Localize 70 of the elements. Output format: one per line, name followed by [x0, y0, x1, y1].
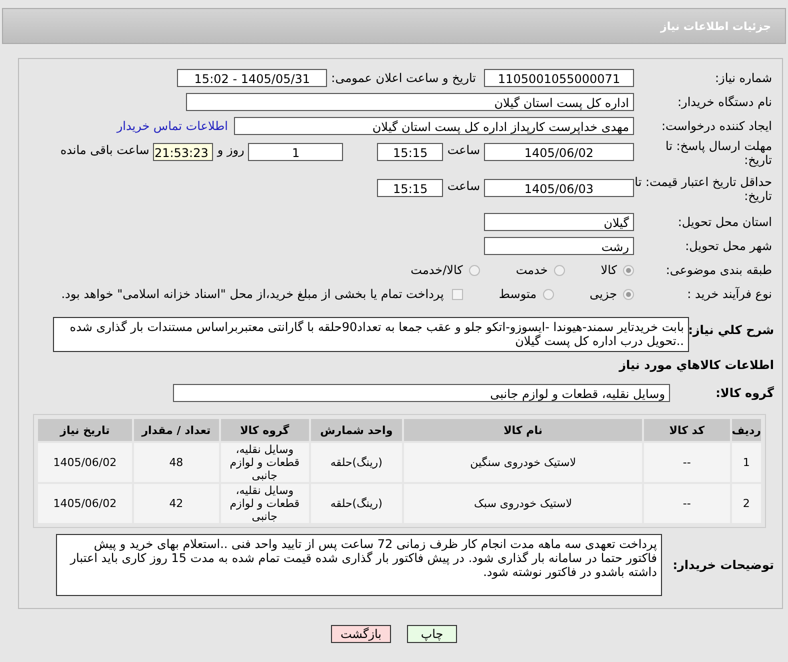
- table-cell: (رینگ)حلقه: [310, 484, 402, 523]
- radio-button[interactable]: [468, 264, 480, 276]
- field-label: تاریخ و ساعت اعلان عمومی:: [330, 71, 477, 85]
- table-cell: 1405/06/02: [38, 484, 132, 523]
- city-field: رشت: [484, 237, 634, 255]
- field-label: طبقه بندی موضوعی:: [664, 263, 773, 277]
- table-cell: وسایل نقلیه، قطعات و لوازم جانبی: [220, 443, 309, 482]
- column-header: تاریخ نیاز: [38, 419, 132, 441]
- field-label: ساعت باقی مانده: [59, 143, 150, 157]
- table-cell: 42: [134, 484, 218, 523]
- contact-link[interactable]: اطلاعات تماس خریدار: [116, 119, 234, 133]
- days-field: 1: [248, 143, 344, 161]
- table-cell: لاستیک خودروی سبک: [404, 484, 642, 523]
- province-field: گیلان: [484, 213, 634, 231]
- radio-button[interactable]: [554, 264, 565, 276]
- field-label: شماره نیاز:: [714, 71, 773, 85]
- field-label: گروه کالا:: [714, 386, 775, 400]
- field-label: روز و: [216, 143, 246, 157]
- validity-date-field: 1405/06/03: [484, 179, 634, 197]
- radio-button[interactable]: [623, 264, 634, 276]
- column-header: نام کالا: [404, 419, 642, 441]
- field-label: شهر محل تحویل:: [684, 239, 773, 253]
- field-label: حداقل تاریخ اعتبار قیمت: تا تاریخ:: [634, 175, 773, 203]
- goods-group-field: وسایل نقلیه، قطعات و لوازم جانبی: [173, 384, 670, 402]
- column-header: تعداد / مقدار: [134, 419, 218, 441]
- field-label: توضیحات خریدار:: [672, 558, 775, 572]
- checkbox-label: پرداخت تمام یا بخشی از مبلغ خرید،از محل "اسناد خزانه اسلامی" خواهد بود.: [61, 287, 444, 301]
- field-label: استان محل تحویل:: [676, 215, 773, 229]
- notes-field: پرداخت تعهدی سه ماهه مدت انجام کار ظرف زمانی 72 ساعت پس از تایید واحد فنی ..استعلام بهای خرید و پیش فاکتور حتما در سامانه بار گذاری شود. در پیش فاکتور بار گذاری شده قیمت تمام شده به مدت 15 روز کاری باید اعتبار داشته باشدو در فاکتور نوشته شود.: [56, 534, 662, 596]
- radio-label: متوسط: [498, 287, 537, 301]
- radio-button[interactable]: [542, 288, 554, 300]
- need-number-field: 1105001055000071: [484, 69, 634, 87]
- column-header: کد کالا: [644, 419, 730, 441]
- radio-button[interactable]: [623, 288, 634, 300]
- table-cell: 1: [732, 443, 761, 482]
- back-button[interactable]: بازگشت: [331, 625, 391, 643]
- creator-field: مهدی خداپرست کارپداز اداره کل پست استان گیلان: [234, 117, 634, 135]
- deadline-time-field: 15:15: [377, 143, 444, 161]
- print-button[interactable]: چاپ: [407, 625, 457, 643]
- field-label: نوع فرآیند خرید :: [686, 287, 773, 301]
- radio-label: جزیی: [590, 287, 617, 301]
- buyer-field: اداره کل پست استان گیلان: [186, 93, 634, 111]
- column-header: ردیف: [732, 419, 761, 441]
- validity-time-field: 15:15: [377, 179, 444, 197]
- table-cell: --: [644, 484, 730, 523]
- table-cell: لاستیک خودروی سنگین: [404, 443, 642, 482]
- field-label: ایجاد کننده درخواست:: [660, 119, 773, 133]
- column-header: گروه کالا: [220, 419, 309, 441]
- radio-label: کالا: [600, 263, 617, 277]
- table-cell: (رینگ)حلقه: [310, 443, 402, 482]
- description-field: بابت خریدتایر سمند-هیوندا -ایسوزو-اتکو جلو و عقب جمعا به تعداد90حلقه با گارانتی معتبربراساس مستندات بار گذاری شده ..تحویل درب اداره کل پست گیلان: [53, 317, 689, 352]
- table-cell: 2: [732, 484, 761, 523]
- countdown-field: 21:53:23: [153, 143, 214, 161]
- table-cell: --: [644, 443, 730, 482]
- field-label: مهلت ارسال پاسخ: تا تاریخ:: [664, 139, 773, 167]
- table-cell: وسایل نقلیه، قطعات و لوازم جانبی: [220, 484, 309, 523]
- table-cell: 48: [134, 443, 218, 482]
- section-heading: اطلاعات کالاهاي مورد نياز: [619, 358, 775, 372]
- radio-label: خدمت: [516, 263, 548, 277]
- field-label: شرح کلي نياز:: [689, 322, 775, 337]
- announce-date-field: 1405/05/31 - 15:02: [177, 69, 328, 87]
- deadline-date-field: 1405/06/02: [484, 143, 634, 161]
- radio-label: کالا/خدمت: [410, 263, 463, 277]
- table-cell: 1405/06/02: [38, 443, 132, 482]
- column-header: واحد شمارش: [310, 419, 402, 441]
- field-label: نام دستگاه خریدار:: [676, 95, 773, 109]
- page-title: جزئیات اطلاعات نیاز: [660, 20, 771, 32]
- field-label: ساعت: [446, 143, 481, 157]
- field-label: ساعت: [446, 179, 481, 193]
- checkbox[interactable]: [452, 288, 463, 300]
